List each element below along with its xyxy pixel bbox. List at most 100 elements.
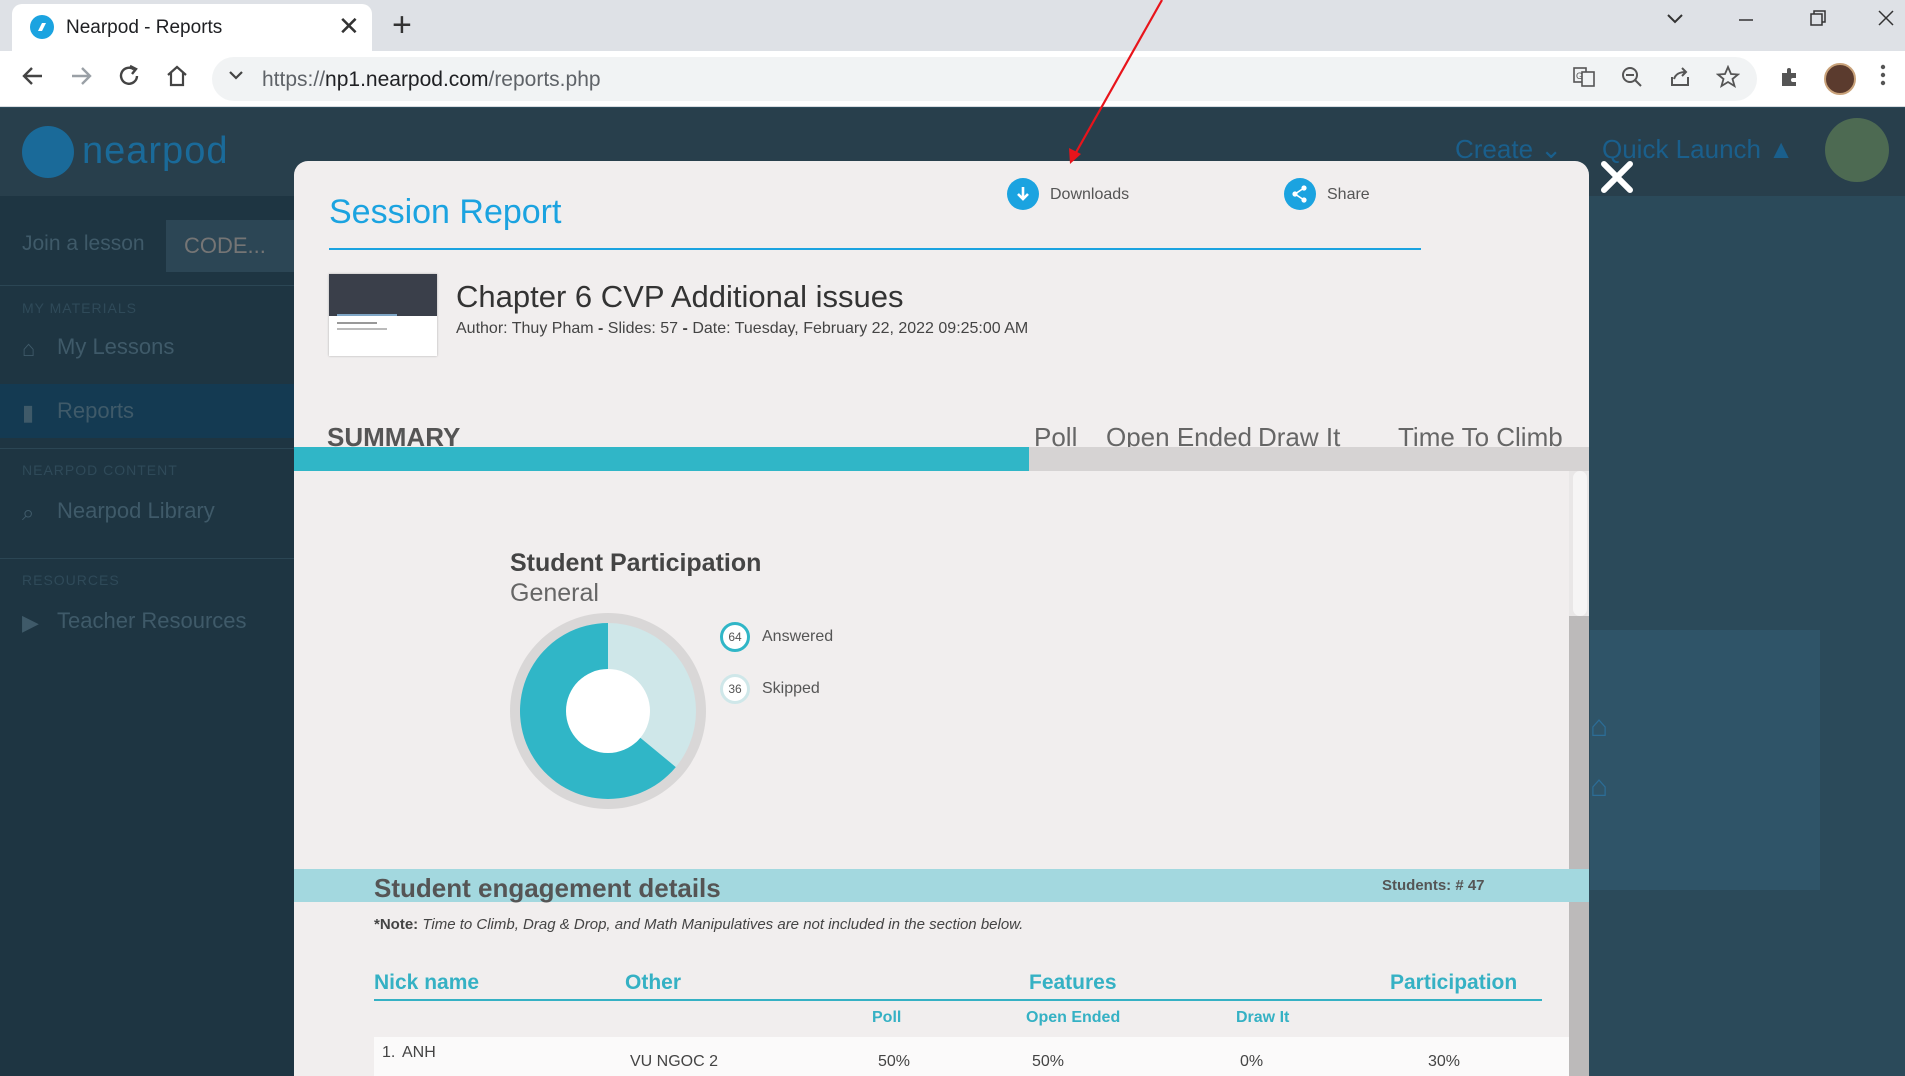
row-index: 1. xyxy=(382,1044,396,1061)
user-avatar[interactable] xyxy=(1825,118,1889,182)
sidebar-item-reports[interactable]: ▮ Reports xyxy=(0,384,294,438)
close-window-icon[interactable] xyxy=(1876,8,1896,34)
sidebar-item-label: Teacher Resources xyxy=(57,608,247,633)
sidebar-item-label: My Lessons xyxy=(57,334,175,359)
lesson-code-input[interactable] xyxy=(166,220,294,272)
home-icon: ⌂ xyxy=(1590,710,1609,743)
scrollbar-thumb[interactable] xyxy=(1573,471,1587,616)
divider xyxy=(0,448,294,449)
thumbnail-line xyxy=(337,322,377,324)
nearpod-favicon-icon xyxy=(30,15,54,39)
url-host: np1.nearpod.com xyxy=(325,68,489,91)
row-poll: 50% xyxy=(878,1053,911,1070)
svg-text:G: G xyxy=(1576,71,1583,81)
bookmark-star-icon[interactable] xyxy=(1715,64,1741,95)
scrollbar-lower-track[interactable] xyxy=(1569,616,1589,1076)
site-info-chevron-icon[interactable] xyxy=(226,65,246,91)
download-icon xyxy=(1007,178,1039,210)
participation-donut-chart xyxy=(510,613,706,809)
section-my-materials: MY MATERIALS xyxy=(22,300,137,316)
play-icon: ▶ xyxy=(22,610,39,635)
thumbnail-header xyxy=(329,274,437,316)
skipped-count-badge: 36 xyxy=(720,674,750,704)
home-icon: ⌂ xyxy=(22,336,36,361)
profile-avatar[interactable] xyxy=(1824,63,1856,95)
nearpod-logo-icon[interactable] xyxy=(22,126,74,178)
column-nick-name[interactable]: Nick name xyxy=(374,971,479,995)
engagement-note: *Note: Time to Climb, Drag & Drop, and M… xyxy=(374,916,1023,933)
thumbnail-line xyxy=(337,314,397,316)
session-report-modal: Session Report Downloads Share Chapter 6… xyxy=(294,161,1589,1076)
lesson-meta: Author: Thuy Pham - Slides: 57 - Date: T… xyxy=(456,320,1029,337)
url-path: /reports.php xyxy=(488,68,601,91)
reload-icon[interactable] xyxy=(116,63,142,95)
nearpod-logo-text[interactable]: nearpod xyxy=(82,130,228,173)
lesson-title: Chapter 6 CVP Additional issues xyxy=(456,279,904,314)
home-icon: ⌂ xyxy=(1590,770,1609,803)
answered-count-badge: 64 xyxy=(720,622,750,652)
tab-search-chevron-icon[interactable] xyxy=(1665,8,1685,34)
join-lesson-label: Join a lesson xyxy=(22,232,145,255)
share-page-icon[interactable] xyxy=(1668,65,1692,95)
engagement-title: Student engagement details xyxy=(374,873,721,903)
close-modal-icon[interactable] xyxy=(1599,159,1635,195)
section-nearpod-content: NEARPOD CONTENT xyxy=(22,462,178,478)
donut-hole xyxy=(566,669,650,753)
column-other[interactable]: Other xyxy=(625,971,681,995)
section-resources: RESOURCES xyxy=(22,572,120,588)
column-draw-it[interactable]: Draw It xyxy=(1236,1009,1289,1027)
participation-subtitle: General xyxy=(510,579,599,607)
share-label: Share xyxy=(1327,186,1370,203)
slides-label: Slides: xyxy=(607,320,656,337)
column-participation[interactable]: Participation xyxy=(1390,971,1517,995)
extensions-puzzle-icon[interactable] xyxy=(1778,65,1802,95)
row-draw-it: 0% xyxy=(1240,1053,1264,1070)
note-label: *Note: xyxy=(374,916,419,933)
browser-tab[interactable]: Nearpod - Reports ✕ xyxy=(12,4,372,51)
column-open-ended[interactable]: Open Ended xyxy=(1026,1009,1120,1027)
translate-icon[interactable]: G xyxy=(1572,65,1596,95)
row-nick-name: ANH xyxy=(402,1044,436,1061)
modal-title: Session Report xyxy=(329,193,562,231)
browser-tab-strip: Nearpod - Reports ✕ + xyxy=(0,0,1905,51)
share-icon xyxy=(1284,178,1316,210)
rocket-icon: ▲ xyxy=(1768,134,1794,164)
address-bar[interactable]: https://np1.nearpod.com/reports.php G xyxy=(212,57,1757,101)
forward-icon[interactable] xyxy=(68,63,94,95)
chevron-down-icon: ⌄ xyxy=(1540,134,1563,164)
sidebar-item-label: Reports xyxy=(57,398,135,423)
sidebar-item-my-lessons[interactable]: ⌂ My Lessons xyxy=(0,320,294,374)
join-lesson-row: Join a lesson xyxy=(0,196,294,286)
bar-chart-icon: ▮ xyxy=(22,400,35,425)
url-scheme: https:// xyxy=(262,68,326,91)
url-text[interactable]: https://np1.nearpod.com/reports.php xyxy=(262,68,601,92)
author-value: Thuy Pham xyxy=(511,320,594,337)
thumbnail-line xyxy=(337,328,387,330)
browser-menu-icon[interactable] xyxy=(1880,63,1886,94)
create-label: Create xyxy=(1455,134,1534,164)
note-text: Time to Climb, Drag & Drop, and Math Man… xyxy=(422,916,1024,933)
sidebar-item-label: Nearpod Library xyxy=(57,498,215,523)
participation-title: Student Participation xyxy=(510,549,762,577)
tab-close-icon[interactable]: ✕ xyxy=(338,13,360,39)
restore-window-icon[interactable] xyxy=(1808,8,1828,34)
sidebar-item-nearpod-library[interactable]: ⌕ Nearpod Library xyxy=(0,484,294,538)
back-icon[interactable] xyxy=(20,63,46,95)
author-label: Author: xyxy=(456,320,508,337)
tab-title: Nearpod - Reports xyxy=(66,17,223,38)
search-icon: ⌕ xyxy=(22,500,35,525)
zoom-out-icon[interactable] xyxy=(1620,65,1644,95)
students-count: Students: # 47 xyxy=(1382,877,1485,894)
slides-value: 57 xyxy=(660,320,679,337)
row-other: VU NGOC 2 xyxy=(630,1053,719,1070)
new-tab-button[interactable]: + xyxy=(392,8,412,42)
tab-indicator-active xyxy=(294,447,1029,471)
sidebar-item-teacher-resources[interactable]: ▶ Teacher Resources xyxy=(0,594,294,648)
background-panel xyxy=(1590,630,1820,890)
lesson-thumbnail xyxy=(329,274,437,356)
table-row[interactable]: 1. ANH VU NGOC 2 50% 50% 0% 30% xyxy=(374,1037,1569,1076)
home-icon[interactable] xyxy=(164,63,190,95)
divider xyxy=(0,558,294,559)
column-poll[interactable]: Poll xyxy=(872,1009,901,1027)
minimize-window-icon[interactable] xyxy=(1736,8,1756,34)
